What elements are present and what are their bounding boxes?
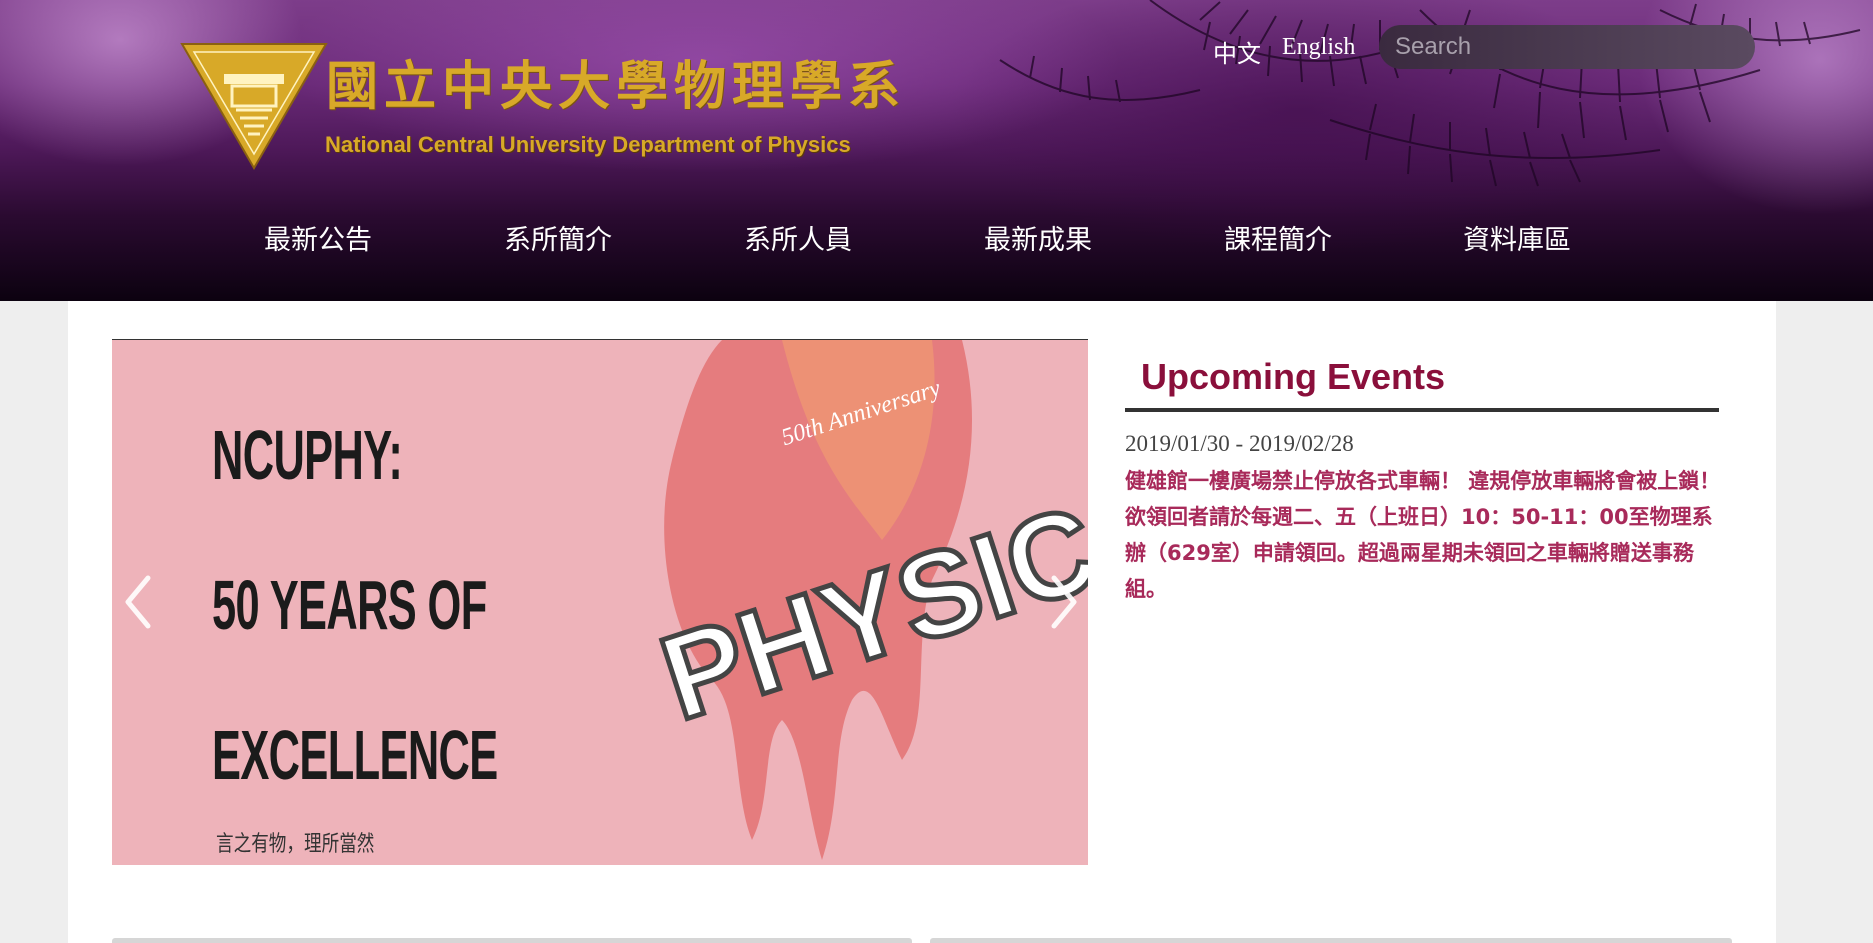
chevron-right-icon[interactable] [1042,572,1082,632]
upcoming-events-heading: Upcoming Events [1141,356,1446,397]
lang-english-link[interactable]: English [1282,34,1355,61]
search-input[interactable] [1379,25,1755,69]
slide-title-line: 50 YEARS OF [212,566,487,644]
main-content: NCUPHY: 50 YEARS OF EXCELLENCE 言之有物，理所當然… [68,301,1776,943]
ncu-emblem-logo[interactable] [180,40,328,170]
nav-item-database[interactable]: 資料庫區 [1463,218,1571,257]
slide-title: NCUPHY: 50 YEARS OF EXCELLENCE [212,380,510,830]
main-nav: 最新公告 系所簡介 系所人員 最新成果 課程簡介 資料庫區 [0,218,1873,268]
events-divider [1125,408,1719,412]
logo-chinese-title[interactable]: 國立中央大學物理學系 [326,52,906,122]
nav-item-about[interactable]: 系所簡介 [504,218,612,257]
nav-item-people[interactable]: 系所人員 [744,218,852,257]
event-date: 2019/01/30 - 2019/02/28 [1125,431,1354,456]
nav-item-achievements[interactable]: 最新成果 [984,218,1092,257]
physics-watercolor-art: PHYSICS 50th Anniversary [644,340,1088,860]
lang-chinese-link[interactable]: 中文 [1213,34,1261,69]
slide-title-line: EXCELLENCE [212,716,498,794]
logo-english-title[interactable]: National Central University Department o… [325,132,925,158]
chevron-left-icon[interactable] [120,572,160,632]
card-top-edge [930,938,1732,943]
nav-item-courses[interactable]: 課程簡介 [1224,218,1332,257]
hero-carousel[interactable]: NCUPHY: 50 YEARS OF EXCELLENCE 言之有物，理所當然… [112,339,1088,865]
slide-subtitle: 言之有物，理所當然 [216,832,375,857]
event-link[interactable]: 健雄館一樓廣場禁止停放各式車輛！ 違規停放車輛將會被上鎖！欲領回者請於每週二、五… [1125,463,1725,607]
site-header: 國立中央大學物理學系 National Central University D… [0,0,1873,301]
card-top-edge [112,938,912,943]
nav-item-news[interactable]: 最新公告 [264,218,372,257]
slide-title-line: NCUPHY: [212,416,403,494]
